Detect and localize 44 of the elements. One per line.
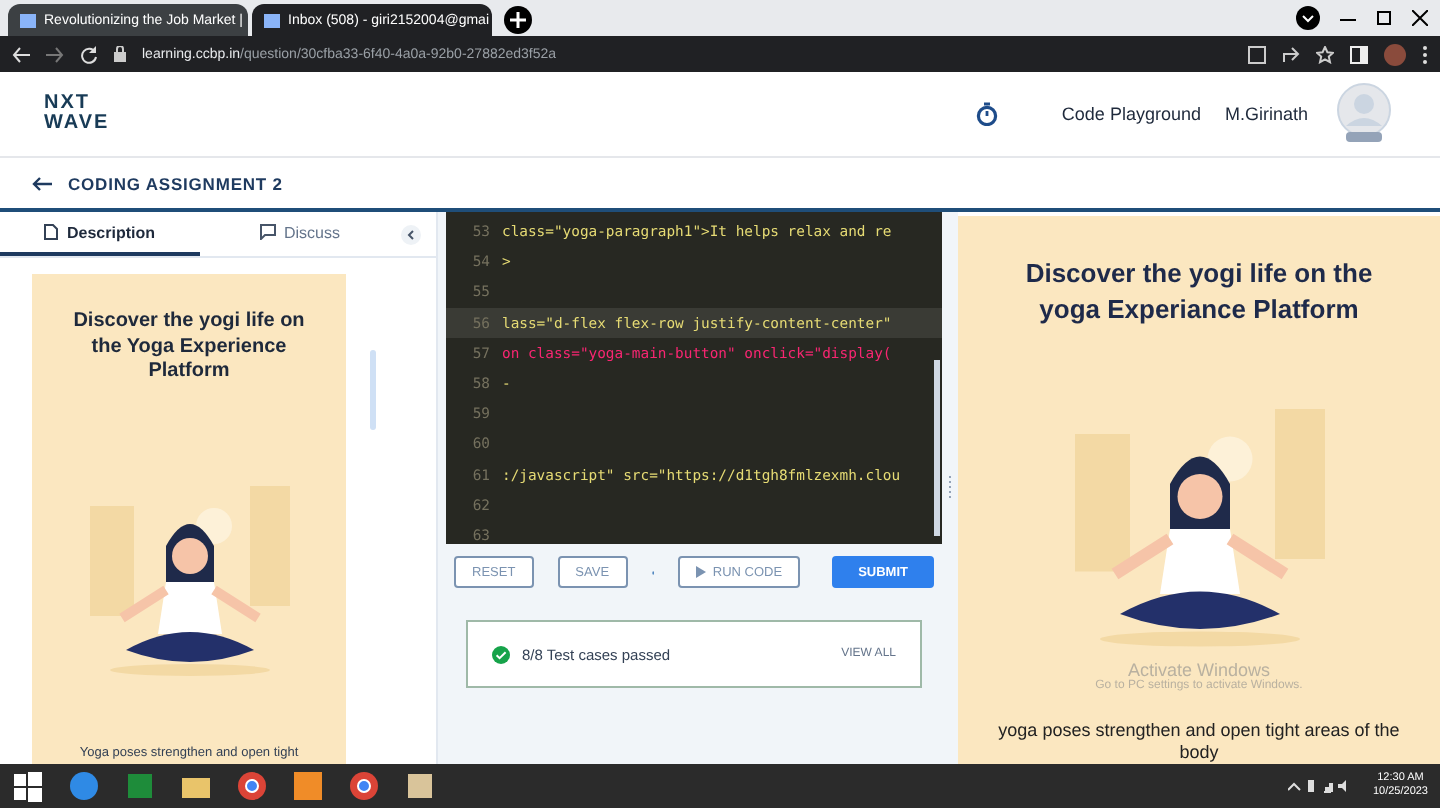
sidebar-icon[interactable] [1350, 45, 1368, 63]
dropdown-icon[interactable] [1296, 6, 1320, 30]
more-icon[interactable] [1422, 45, 1428, 63]
back-arrow-icon[interactable] [32, 175, 52, 191]
star-icon[interactable] [1316, 45, 1334, 63]
chat-icon [259, 224, 276, 240]
code-editor[interactable] [446, 212, 942, 544]
resize-handle-icon[interactable] [948, 476, 952, 500]
reload-icon[interactable] [80, 45, 98, 63]
windows-start-icon[interactable] [12, 770, 44, 802]
document-icon [44, 224, 59, 240]
panel-tab[interactable]: Description [0, 212, 200, 256]
stopwatch-icon[interactable] [975, 102, 998, 126]
store-icon[interactable] [124, 770, 156, 802]
lock-icon [114, 46, 126, 62]
chrome-icon[interactable] [236, 770, 268, 802]
avatar-icon[interactable] [1332, 82, 1396, 146]
tab-favicon-icon [264, 13, 280, 27]
card-title: Discover the yogi life on the Yoga Experience Platform [71, 310, 307, 385]
panel-tab[interactable]: Discuss [200, 212, 400, 256]
forward-icon[interactable] [46, 45, 64, 63]
preview-title: Discover the yogi life on the yoga Experiance Platform [1023, 256, 1375, 328]
browser-e-icon[interactable] [68, 770, 100, 802]
page-title: CODING ASSIGNMENT 2 [68, 173, 283, 193]
scrollbar[interactable] [934, 360, 940, 536]
back-icon[interactable] [12, 45, 30, 63]
logo[interactable]: NXT WAVE [44, 94, 110, 134]
new-tab-icon[interactable] [504, 6, 532, 34]
chrome-icon[interactable] [348, 770, 380, 802]
tab-favicon-icon [20, 13, 36, 27]
scrollbar[interactable] [370, 350, 376, 430]
close-icon[interactable] [1412, 10, 1428, 26]
user-name: M.Girinath [1224, 104, 1308, 124]
preview-caption: yoga poses strengthen and open tight areas of the body [996, 720, 1402, 764]
collapse-icon[interactable] [400, 223, 422, 245]
files-icon[interactable] [404, 770, 436, 802]
app-icon[interactable] [292, 770, 324, 802]
activation-notice: Activate Windows [1125, 659, 1271, 679]
system-tray-icon[interactable] [1288, 778, 1349, 794]
share-icon[interactable] [1282, 45, 1300, 63]
play-icon [696, 566, 707, 578]
profile-avatar-icon[interactable] [1384, 43, 1406, 65]
code-playground-link[interactable]: Code Playground [1061, 104, 1201, 124]
maximize-icon[interactable] [1376, 10, 1392, 26]
